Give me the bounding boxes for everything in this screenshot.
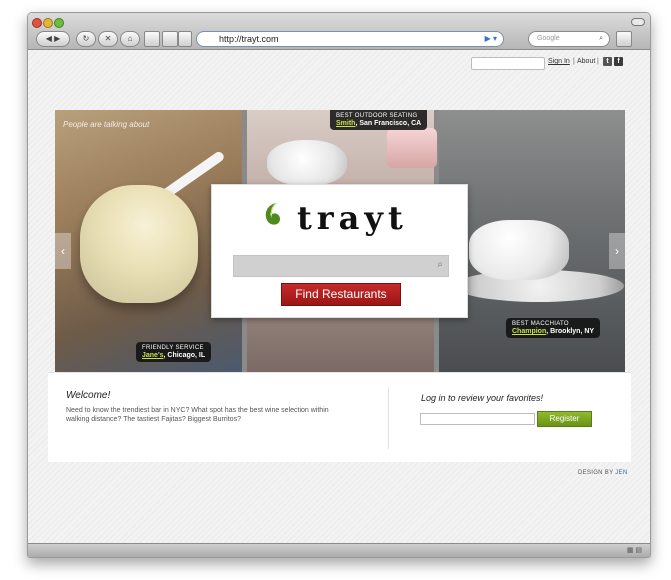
- login-title: Log in to review your favorites!: [421, 393, 544, 403]
- address-bar[interactable]: http://trayt.com ▶ ▾: [196, 31, 504, 47]
- credit-prefix: DESIGN BY: [578, 470, 616, 476]
- restaurant-link[interactable]: Smith: [336, 120, 355, 127]
- browser-window: ◀ ▶ ↻ ✕ ⌂ http://trayt.com ▶ ▾ Google ⌕ …: [27, 12, 651, 558]
- stop-icon: ✕: [104, 34, 112, 43]
- ice-cream-cup-shape: [80, 185, 198, 303]
- restaurant-search-input[interactable]: [240, 259, 424, 274]
- register-button[interactable]: Register: [537, 411, 592, 427]
- site-topbar: Sign In | About | t f: [28, 57, 650, 71]
- site-logo: trayt: [297, 199, 408, 237]
- cup-shape: [267, 140, 347, 186]
- back-forward-button[interactable]: ◀ ▶: [36, 31, 70, 47]
- restaurant-search[interactable]: ⌕: [233, 255, 449, 277]
- search-card: trayt ⌕ Find Restaurants: [211, 184, 468, 318]
- home-button[interactable]: ⌂: [120, 31, 140, 47]
- leaf-logo-icon: [265, 202, 280, 225]
- browser-toolbar: ◀ ▶ ↻ ✕ ⌂ http://trayt.com ▶ ▾ Google ⌕: [28, 13, 650, 50]
- restaurant-tag[interactable]: BEST OUTDOOR SEATING Smith, San Francisc…: [330, 110, 428, 130]
- address-text[interactable]: http://trayt.com: [219, 32, 279, 46]
- facebook-icon[interactable]: f: [614, 57, 623, 66]
- carousel-prev-button[interactable]: ‹: [55, 233, 71, 269]
- design-credit: DESIGN BY JEN: [578, 470, 627, 476]
- find-restaurants-button[interactable]: Find Restaurants: [281, 283, 401, 306]
- tag-location: , Brooklyn, NY: [546, 328, 595, 335]
- tabs-button[interactable]: [616, 31, 632, 47]
- restaurant-link[interactable]: Champion: [512, 328, 546, 335]
- restaurant-tag[interactable]: BEST MACCHIATO Champion, Brooklyn, NY: [506, 318, 601, 338]
- sign-in-link[interactable]: Sign In: [548, 58, 570, 65]
- hero-caption: People are talking about: [63, 120, 150, 129]
- search-icon: ⌕: [599, 35, 603, 42]
- reload-button[interactable]: ↻: [76, 31, 96, 47]
- welcome-text: Need to know the trendiest bar in NYC? W…: [66, 407, 329, 423]
- tag-label: FRIENDLY SERVICE: [142, 345, 204, 351]
- forward-arrow-icon[interactable]: ▶: [54, 34, 60, 43]
- divider: [388, 387, 389, 449]
- tag-label: BEST MACCHIATO: [512, 321, 569, 327]
- zoom-window-button[interactable]: [54, 18, 64, 28]
- separator: |: [573, 58, 575, 65]
- tag-location: , San Francisco, CA: [355, 120, 422, 127]
- reload-icon: ↻: [82, 34, 90, 43]
- search-icon: ⌕: [437, 259, 443, 270]
- separator: |: [597, 58, 599, 65]
- toolbar-toggle-button[interactable]: [631, 18, 645, 26]
- info-panel: Welcome! Need to know the trendiest bar …: [48, 372, 631, 462]
- close-window-button[interactable]: [32, 18, 42, 28]
- restaurant-tag[interactable]: FRIENDLY SERVICE Jane's, Chicago, IL: [136, 342, 212, 362]
- about-link[interactable]: About: [577, 58, 595, 65]
- restaurant-link[interactable]: Jane's: [142, 352, 164, 359]
- bookmarks-button[interactable]: [162, 31, 178, 47]
- sidebar-button[interactable]: [144, 31, 160, 47]
- login-input[interactable]: [420, 413, 535, 425]
- minimize-window-button[interactable]: [43, 18, 53, 28]
- browser-search-input[interactable]: Google ⌕: [528, 31, 610, 47]
- stop-button[interactable]: ✕: [98, 31, 118, 47]
- site-search-input[interactable]: [471, 57, 545, 70]
- coffee-cup-shape: [469, 220, 569, 280]
- carousel-next-button[interactable]: ›: [609, 233, 625, 269]
- home-icon: ⌂: [127, 34, 133, 43]
- status-bar: ▦ ▤: [28, 543, 650, 557]
- twitter-icon[interactable]: t: [603, 57, 612, 66]
- tag-location: , Chicago, IL: [163, 352, 206, 359]
- resize-grip-icon[interactable]: ▦ ▤: [627, 546, 642, 554]
- credit-link[interactable]: JEN: [615, 470, 627, 476]
- go-icon[interactable]: ▶ ▾: [485, 32, 497, 46]
- browser-search-placeholder[interactable]: Google: [537, 32, 560, 46]
- back-arrow-icon[interactable]: ◀: [46, 34, 52, 43]
- cake-shape: [387, 128, 437, 168]
- tag-label: BEST OUTDOOR SEATING: [336, 113, 418, 119]
- welcome-title: Welcome!: [66, 390, 111, 401]
- lock-icon[interactable]: [178, 31, 192, 47]
